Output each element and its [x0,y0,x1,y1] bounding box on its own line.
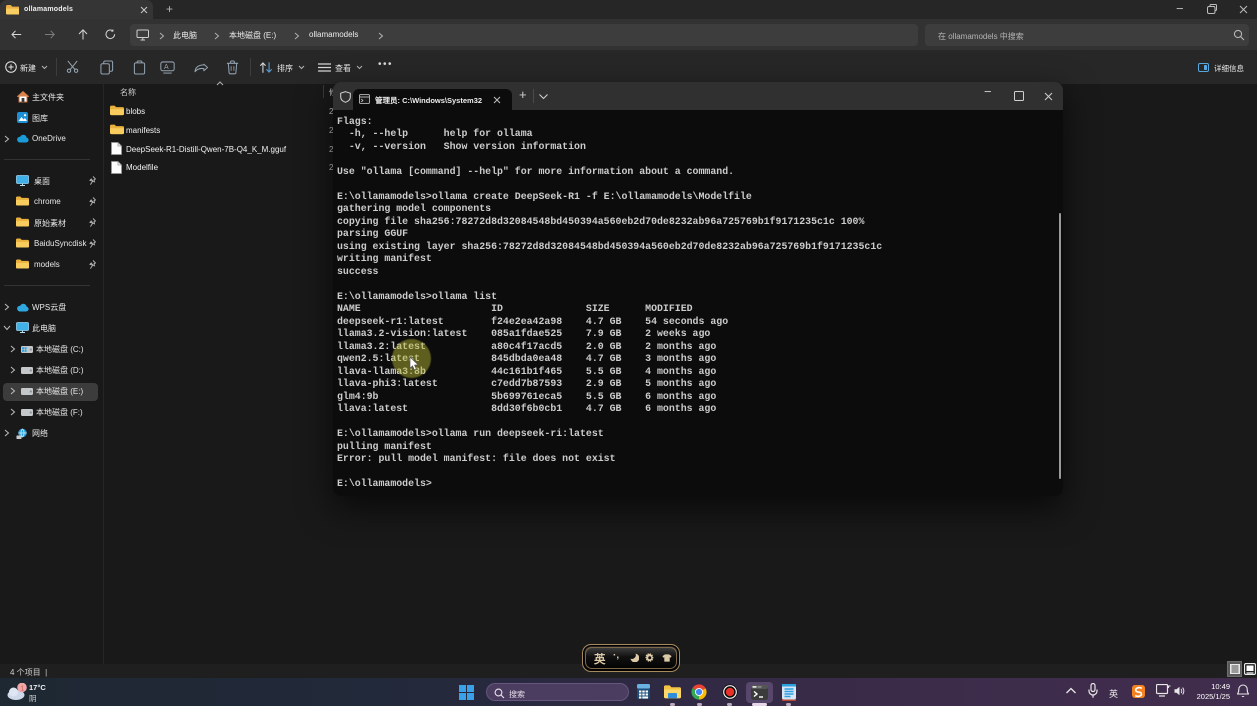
svg-text:1: 1 [20,686,24,693]
svg-text:A: A [164,63,169,70]
